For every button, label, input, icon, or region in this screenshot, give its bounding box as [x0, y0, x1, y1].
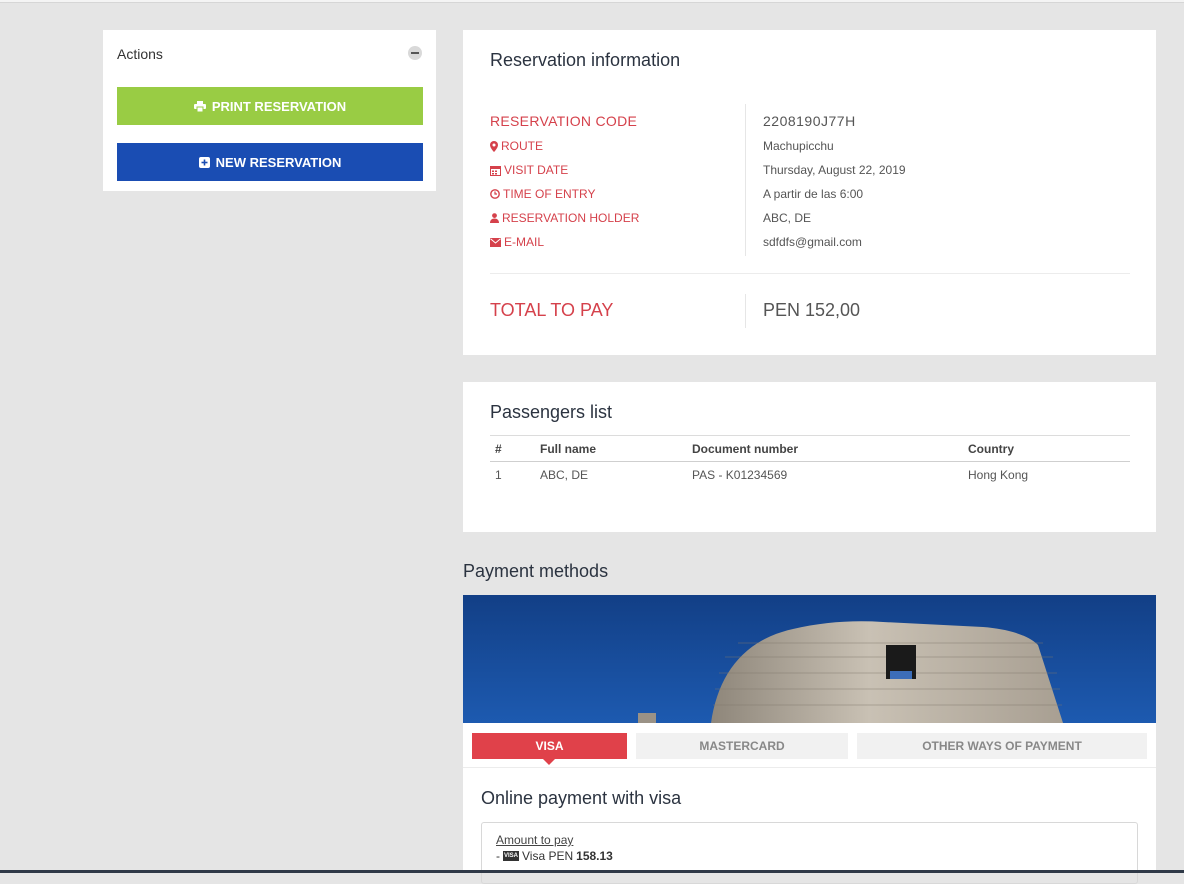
time-value: A partir de las 6:00 — [763, 187, 864, 201]
user-icon — [490, 213, 499, 223]
visa-card-icon: VISA — [503, 851, 519, 861]
total-to-pay-label: TOTAL TO PAY — [490, 300, 614, 320]
column-header-number: # — [490, 435, 535, 462]
clock-icon — [490, 189, 500, 199]
total-divider — [745, 294, 746, 328]
online-payment-title: Online payment with visa — [481, 788, 682, 808]
passengers-title: Passengers list — [490, 402, 613, 422]
payment-methods-title: Payment methods — [463, 561, 609, 581]
amount-to-pay-link[interactable]: Amount to pay — [496, 833, 573, 847]
tab-visa[interactable]: VISA — [472, 733, 627, 765]
passengers-card: Passengers list # Full name Document num… — [463, 382, 1156, 532]
envelope-icon — [490, 237, 501, 247]
reservation-info-card: Reservation information RESERVATION CODE… — [463, 30, 1156, 355]
table-row: 1 ABC, DE PAS - K01234569 Hong Kong — [490, 462, 1130, 489]
column-header-document: Document number — [687, 435, 963, 462]
new-reservation-button[interactable]: NEW RESERVATION — [117, 143, 423, 181]
email-label-row: E-MAIL — [490, 235, 544, 249]
time-label-row: TIME OF ENTRY — [490, 187, 595, 201]
reservation-code-value: 2208190J77H — [763, 113, 856, 129]
amount-line: - VISA Visa PEN 158.13 — [496, 849, 613, 863]
actions-panel: Actions PRINT RESERVATION NEW RESERVATIO… — [103, 30, 436, 191]
reservation-info-title: Reservation information — [490, 50, 681, 70]
visit-date-label: VISIT DATE — [504, 163, 569, 177]
actions-title: Actions — [117, 46, 163, 62]
calendar-icon — [490, 165, 501, 176]
visit-date-value: Thursday, August 22, 2019 — [763, 163, 906, 177]
print-reservation-button[interactable]: PRINT RESERVATION — [117, 87, 423, 125]
tab-mastercard[interactable]: MASTERCARD — [636, 733, 848, 759]
cell-country: Hong Kong — [968, 468, 1029, 482]
payment-panel: VISA MASTERCARD OTHER WAYS OF PAYMENT On… — [463, 723, 1156, 884]
column-header-country: Country — [963, 435, 1130, 462]
machu-picchu-banner-image — [463, 595, 1156, 723]
amount-box: Amount to pay - VISA Visa PEN 158.13 — [481, 822, 1138, 884]
minus-circle-icon[interactable] — [408, 46, 422, 60]
visit-date-label-row: VISIT DATE — [490, 163, 568, 177]
printer-icon — [193, 100, 206, 112]
map-marker-icon — [490, 140, 498, 152]
email-label: E-MAIL — [504, 235, 545, 249]
holder-value: ABC, DE — [763, 211, 812, 225]
amount-value: 158.13 — [576, 849, 613, 863]
plus-square-icon — [198, 156, 210, 168]
amount-prefix: - — [496, 849, 500, 863]
total-to-pay-value: PEN 152,00 — [763, 300, 861, 320]
holder-label: RESERVATION HOLDER — [502, 211, 640, 225]
email-value: sdfdfs@gmail.com — [763, 235, 862, 249]
tab-other-ways-of-payment[interactable]: OTHER WAYS OF PAYMENT — [857, 733, 1147, 759]
section-divider — [490, 273, 1130, 274]
print-reservation-label: PRINT RESERVATION — [211, 98, 347, 114]
new-reservation-label: NEW RESERVATION — [215, 154, 342, 170]
route-label: ROUTE — [501, 139, 543, 153]
column-divider — [745, 104, 746, 256]
holder-label-row: RESERVATION HOLDER — [490, 211, 639, 225]
column-header-full-name: Full name — [535, 435, 687, 462]
cell-document: PAS - K01234569 — [692, 468, 788, 482]
cell-full-name: ABC, DE — [540, 468, 589, 482]
cell-number: 1 — [495, 468, 502, 482]
reservation-code-label: RESERVATION CODE — [490, 113, 638, 129]
time-label: TIME OF ENTRY — [503, 187, 596, 201]
route-value: Machupicchu — [763, 139, 834, 153]
passengers-table: # Full name Document number Country 1 AB… — [490, 435, 1130, 488]
passengers-header-row: # Full name Document number Country — [490, 435, 1130, 462]
tabs-divider — [463, 767, 1156, 768]
amount-method: Visa PEN — [522, 849, 574, 863]
top-border — [0, 0, 1184, 3]
route-label-row: ROUTE — [490, 139, 543, 153]
